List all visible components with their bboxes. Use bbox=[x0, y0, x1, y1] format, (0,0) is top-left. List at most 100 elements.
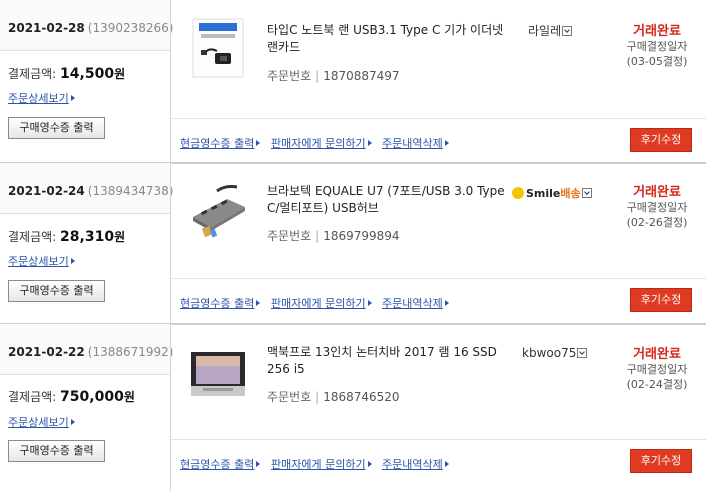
cash-receipt-label: 현금영수증 출력 bbox=[180, 297, 255, 310]
edit-review-button[interactable]: 후기수정 bbox=[630, 288, 692, 312]
cash-receipt-link[interactable]: 현금영수증 출력 bbox=[180, 135, 261, 151]
cash-receipt-link[interactable]: 현금영수증 출력 bbox=[180, 456, 261, 472]
order-actions: 현금영수증 출력 판매자에게 문의하기 주문내역삭제 후기수정 bbox=[171, 439, 706, 483]
order-no-value: 1870887497 bbox=[323, 69, 400, 83]
delete-order-link[interactable]: 주문내역삭제 bbox=[382, 295, 449, 311]
arrow-right-icon bbox=[256, 461, 261, 467]
order-status: 거래완료 구매결정일자 (03-05결정) bbox=[612, 20, 702, 69]
seller-label: kbwoo75 bbox=[522, 346, 577, 360]
delete-order-label: 주문내역삭제 bbox=[382, 297, 443, 310]
ask-seller-link[interactable]: 판매자에게 문의하기 bbox=[271, 456, 372, 472]
arrow-right-icon bbox=[70, 258, 75, 264]
product-order-number: 주문번호 | 1869799894 bbox=[267, 229, 400, 243]
ask-seller-label: 판매자에게 문의하기 bbox=[271, 458, 366, 471]
print-receipt-button[interactable]: 구매영수증 출력 bbox=[8, 280, 105, 302]
smile-delivery-text: 배송 bbox=[560, 187, 581, 200]
arrow-right-icon bbox=[367, 140, 372, 146]
chevron-down-icon[interactable] bbox=[562, 26, 573, 36]
order-number: (1389434738) bbox=[87, 184, 174, 198]
chevron-down-icon[interactable] bbox=[577, 348, 588, 358]
edit-review-button[interactable]: 후기수정 bbox=[630, 449, 692, 473]
order-no-label: 주문번호 bbox=[267, 229, 312, 243]
product-order-number: 주문번호 | 1868746520 bbox=[267, 390, 400, 404]
arrow-right-icon bbox=[70, 95, 75, 101]
order-summary: 2021-02-24 (1389434738) 결제금액: 28,310원 주문상… bbox=[0, 163, 173, 323]
order-date-row: 2021-02-28 (1390238266) bbox=[0, 0, 173, 51]
ask-seller-label: 판매자에게 문의하기 bbox=[271, 137, 366, 150]
smile-text: Smile bbox=[526, 187, 561, 200]
product-name[interactable]: 타입C 노트북 랜 USB3.1 Type C 기가 이더넷 랜카드 bbox=[267, 22, 507, 56]
order-number: (1390238266) bbox=[87, 21, 174, 35]
product-name[interactable]: 브라보텍 EQUALE U7 (7포트/USB 3.0 Type C/멀티포트)… bbox=[267, 183, 507, 217]
order-actions: 현금영수증 출력 판매자에게 문의하기 주문내역삭제 후기수정 bbox=[171, 278, 706, 322]
seller-name[interactable]: kbwoo75 bbox=[522, 346, 588, 360]
arrow-right-icon bbox=[367, 461, 372, 467]
ask-seller-link[interactable]: 판매자에게 문의하기 bbox=[271, 295, 372, 311]
order-row: 2021-02-28 (1390238266) 결제금액: 14,500원 주문상… bbox=[0, 0, 706, 163]
status-date: (02-26결정) bbox=[626, 216, 688, 229]
order-summary: 2021-02-28 (1390238266) 결제금액: 14,500원 주문상… bbox=[0, 0, 173, 162]
order-row: 2021-02-22 (1388671992) 결제금액: 750,000원 주문… bbox=[0, 324, 706, 491]
payment-label: 결제금액: bbox=[8, 230, 57, 244]
order-status: 거래완료 구매결정일자 (02-24결정) bbox=[612, 343, 702, 392]
edit-review-button[interactable]: 후기수정 bbox=[630, 128, 692, 152]
arrow-right-icon bbox=[367, 300, 372, 306]
order-date: 2021-02-22 bbox=[8, 345, 85, 359]
payment-value: 14,500 bbox=[60, 66, 115, 82]
product-thumbnail[interactable] bbox=[187, 346, 249, 402]
smile-logo-icon bbox=[512, 187, 524, 199]
payment-amount: 결제금액: 28,310원 bbox=[8, 228, 125, 245]
payment-label: 결제금액: bbox=[8, 67, 57, 81]
product-order-number: 주문번호 | 1870887497 bbox=[267, 69, 400, 83]
currency-unit: 원 bbox=[123, 390, 135, 404]
delete-order-link[interactable]: 주문내역삭제 bbox=[382, 135, 449, 151]
order-status: 거래완료 구매결정일자 (02-26결정) bbox=[612, 181, 702, 230]
arrow-right-icon bbox=[444, 461, 449, 467]
arrow-right-icon bbox=[444, 300, 449, 306]
seller-name[interactable]: 라일레 bbox=[528, 22, 573, 39]
order-no-label: 주문번호 bbox=[267, 390, 312, 404]
order-actions: 현금영수증 출력 판매자에게 문의하기 주문내역삭제 후기수정 bbox=[171, 118, 706, 162]
order-date-row: 2021-02-24 (1389434738) bbox=[0, 163, 173, 214]
arrow-right-icon bbox=[444, 140, 449, 146]
currency-unit: 원 bbox=[114, 230, 126, 244]
ask-seller-label: 판매자에게 문의하기 bbox=[271, 297, 366, 310]
product-thumbnail[interactable] bbox=[187, 181, 249, 243]
arrow-right-icon bbox=[256, 140, 261, 146]
status-sub: 구매결정일자 bbox=[626, 40, 688, 53]
payment-amount: 결제금액: 14,500원 bbox=[8, 65, 125, 82]
seller-label: 라일레 bbox=[528, 24, 562, 38]
order-summary: 2021-02-22 (1388671992) 결제금액: 750,000원 주문… bbox=[0, 324, 173, 491]
order-no-value: 1868746520 bbox=[323, 390, 400, 404]
chevron-down-icon[interactable] bbox=[581, 188, 592, 198]
product-thumbnail[interactable] bbox=[187, 17, 249, 79]
order-detail-link[interactable]: 주문상세보기 bbox=[8, 253, 75, 269]
print-receipt-button[interactable]: 구매영수증 출력 bbox=[8, 440, 105, 462]
order-no-value: 1869799894 bbox=[323, 229, 400, 243]
ask-seller-link[interactable]: 판매자에게 문의하기 bbox=[271, 135, 372, 151]
cash-receipt-label: 현금영수증 출력 bbox=[180, 458, 255, 471]
arrow-right-icon bbox=[256, 300, 261, 306]
arrow-right-icon bbox=[70, 419, 75, 425]
order-detail-link[interactable]: 주문상세보기 bbox=[8, 414, 75, 430]
delete-order-link[interactable]: 주문내역삭제 bbox=[382, 456, 449, 472]
cash-receipt-label: 현금영수증 출력 bbox=[180, 137, 255, 150]
delete-order-label: 주문내역삭제 bbox=[382, 137, 443, 150]
seller-smile-delivery[interactable]: Smile배송 bbox=[512, 185, 592, 201]
order-row: 2021-02-24 (1389434738) 결제금액: 28,310원 주문상… bbox=[0, 163, 706, 324]
status-label: 거래완료 bbox=[633, 24, 681, 39]
payment-value: 28,310 bbox=[60, 229, 115, 245]
status-sub: 구매결정일자 bbox=[626, 201, 688, 214]
status-date: (03-05결정) bbox=[626, 55, 688, 68]
status-sub: 구매결정일자 bbox=[626, 363, 688, 376]
cash-receipt-link[interactable]: 현금영수증 출력 bbox=[180, 295, 261, 311]
order-detail-link[interactable]: 주문상세보기 bbox=[8, 90, 75, 106]
payment-value: 750,000 bbox=[60, 389, 124, 405]
payment-amount: 결제금액: 750,000원 bbox=[8, 388, 135, 405]
currency-unit: 원 bbox=[114, 67, 126, 81]
order-detail-label: 주문상세보기 bbox=[8, 416, 69, 429]
order-date-row: 2021-02-22 (1388671992) bbox=[0, 324, 173, 375]
status-label: 거래완료 bbox=[633, 185, 681, 200]
print-receipt-button[interactable]: 구매영수증 출력 bbox=[8, 117, 105, 139]
product-name[interactable]: 맥북프로 13인치 논터치바 2017 램 16 SSD 256 i5 bbox=[267, 344, 507, 378]
